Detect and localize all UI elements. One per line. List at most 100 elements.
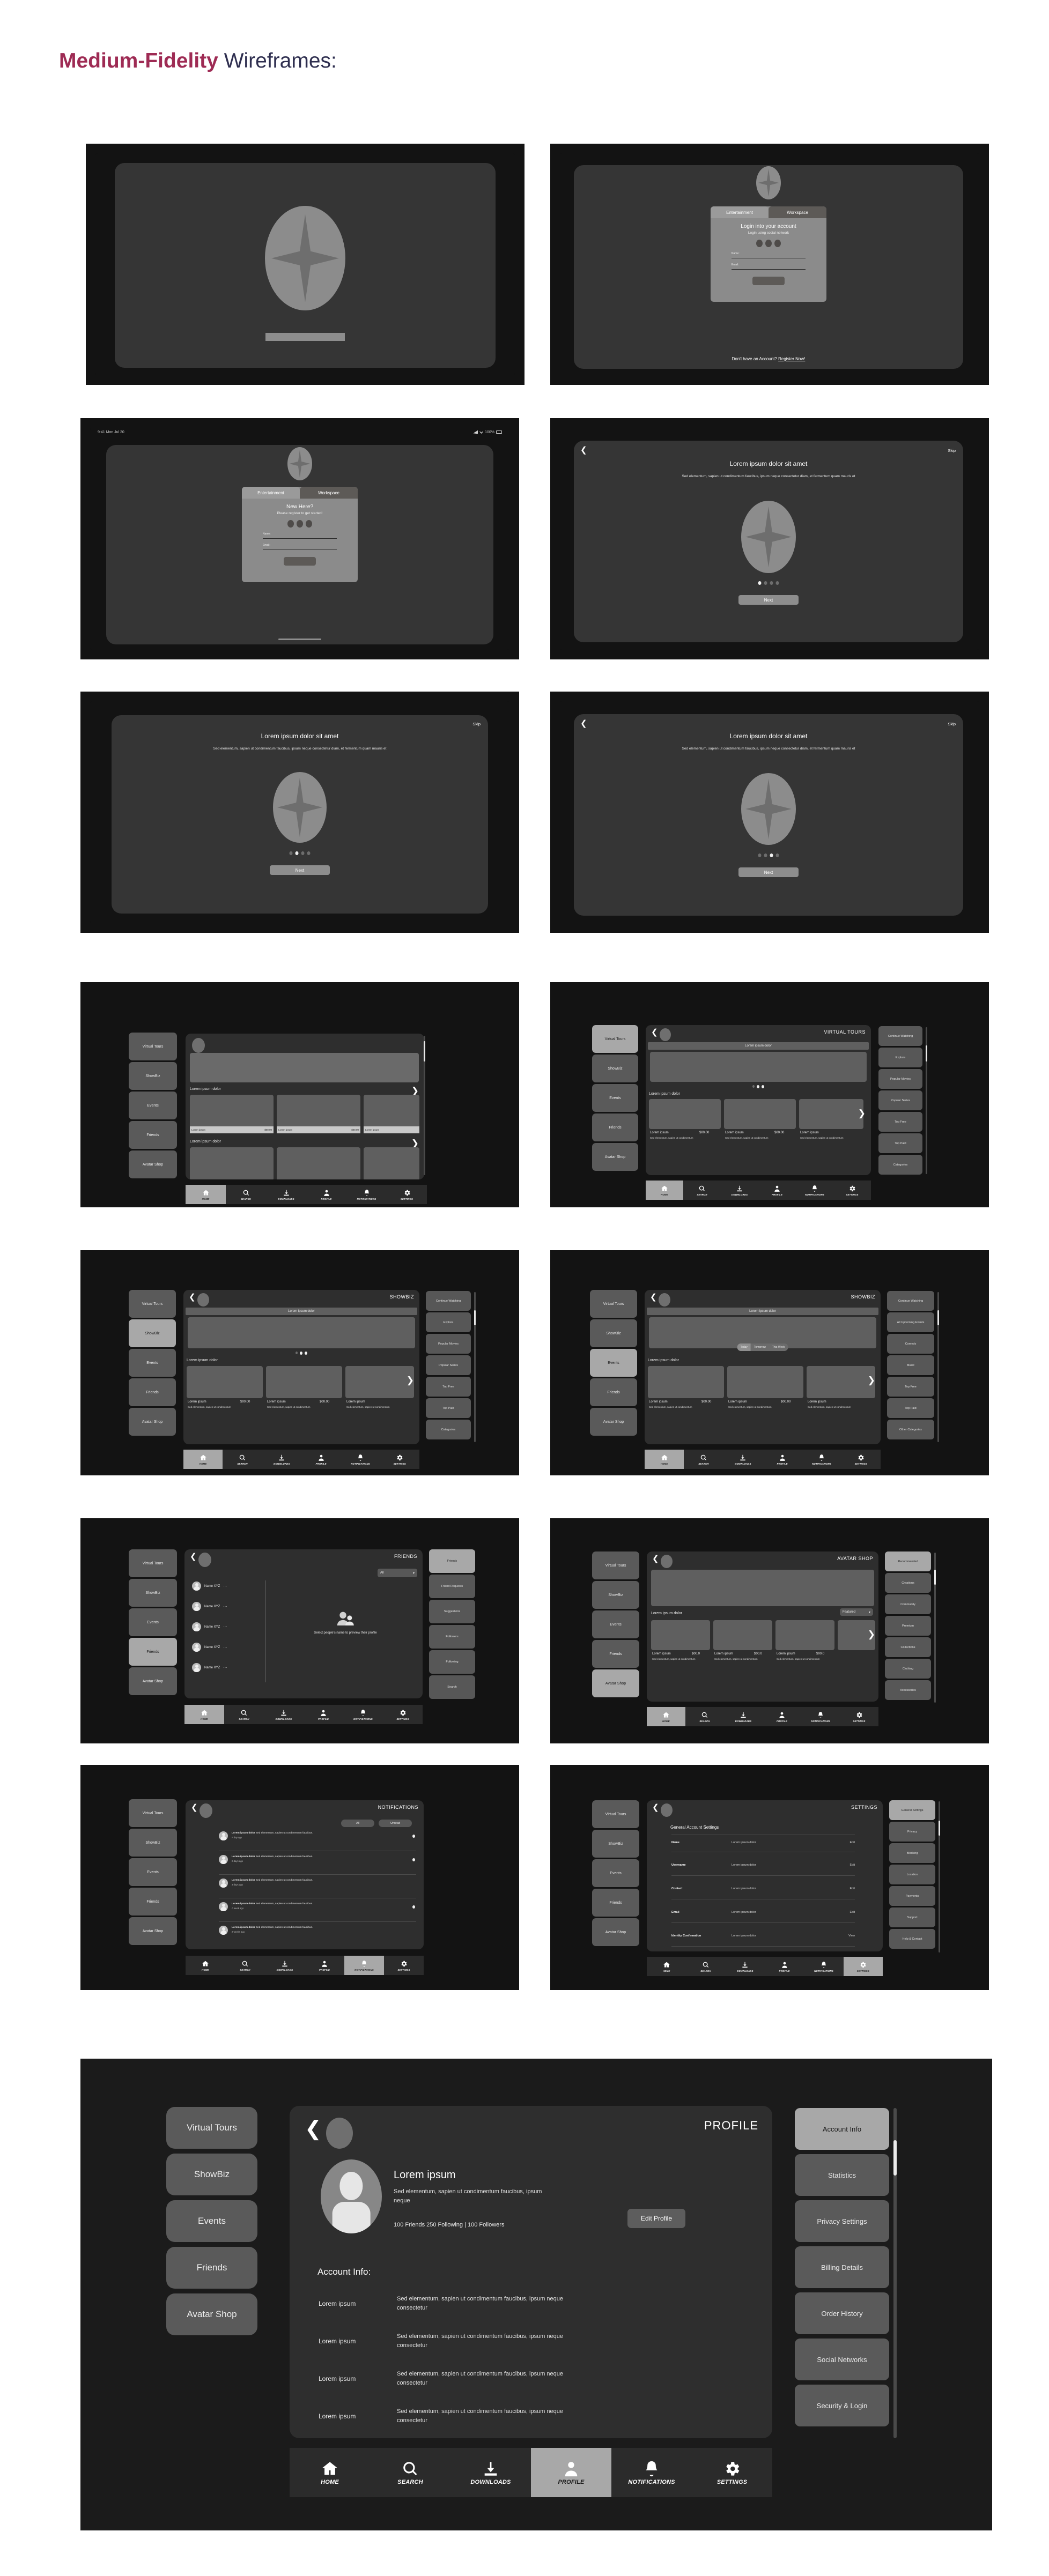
friend-more-icon[interactable]: ⋯ — [223, 1605, 227, 1609]
card-5[interactable] — [277, 1147, 360, 1179]
panel-scroll-thumb[interactable] — [934, 1570, 936, 1585]
dot-4[interactable] — [775, 581, 779, 585]
nav-item-downloads[interactable]: DOWNLOADS — [264, 1705, 304, 1724]
nav-item-home[interactable]: HOME — [186, 1185, 226, 1204]
nav-item-downloads[interactable]: DOWNLOADS — [262, 1450, 301, 1469]
profile-avatar-small[interactable] — [326, 2118, 353, 2149]
skip-button[interactable]: Skip — [472, 722, 481, 726]
tab-entertainment[interactable]: Entertainment — [242, 487, 300, 499]
nav-item-settings[interactable]: SETTINGS — [692, 2448, 772, 2497]
nav-item-settings[interactable]: SETTINGS — [841, 1450, 881, 1469]
settings-action[interactable]: Edit — [850, 1864, 855, 1867]
nav-item-profile[interactable]: PROFILE — [301, 1450, 341, 1469]
tab-unread[interactable]: Unread — [379, 1820, 412, 1827]
sidebar-item-avatar-shop[interactable]: Avatar Shop — [590, 1408, 637, 1436]
nav-item-profile[interactable]: PROFILE — [304, 1705, 343, 1724]
dot-3[interactable] — [770, 853, 773, 857]
back-chevron-icon[interactable]: ❮ — [580, 446, 587, 454]
panel-item-accessories[interactable]: Accessories — [885, 1680, 931, 1700]
nav-item-profile[interactable]: PROFILE — [305, 1956, 344, 1975]
sidebar-item-virtual-tours[interactable]: Virtual Tours — [129, 1290, 176, 1318]
sidebar-item-showbiz[interactable]: ShowBiz — [129, 1579, 177, 1607]
friend-row[interactable]: Name XYZ ⋯ — [192, 1643, 227, 1652]
nav-item-home[interactable]: HOME — [183, 1450, 223, 1469]
social-icon-2[interactable] — [765, 240, 772, 247]
dot-1[interactable] — [752, 1085, 755, 1088]
panel-item-community[interactable]: Community — [885, 1594, 931, 1614]
nav-item-notifications[interactable]: NOTIFICATIONS — [346, 1185, 387, 1204]
back-chevron-icon[interactable]: ❮ — [651, 1028, 658, 1036]
row-2-next-chevron-icon[interactable]: ❯ — [411, 1139, 419, 1148]
panel-item-followers[interactable]: Followers — [429, 1625, 475, 1649]
segment-today[interactable]: Today — [737, 1343, 751, 1351]
panel-item-top-free[interactable]: Top Free — [878, 1112, 922, 1132]
sidebar-item-showbiz[interactable]: ShowBiz — [166, 2154, 257, 2195]
notification-row[interactable]: Lorem ipsum dolor Sed elementum, sapien … — [219, 1902, 417, 1911]
back-chevron-icon[interactable]: ❮ — [191, 1803, 198, 1812]
social-icon-3[interactable] — [774, 240, 781, 247]
card-2[interactable]: Lorem ipsum $00.00 — [277, 1095, 360, 1133]
social-icon-1[interactable] — [287, 520, 294, 528]
sidebar-item-showbiz[interactable]: ShowBiz — [129, 1319, 176, 1347]
sidebar-item-events[interactable]: Events — [592, 1084, 638, 1112]
nav-item-notifications[interactable]: NOTIFICATIONS — [341, 1450, 380, 1469]
friend-row[interactable]: Name XYZ ⋯ — [192, 1622, 227, 1631]
sidebar-item-friends[interactable]: Friends — [129, 1888, 177, 1916]
shop-filter-dropdown[interactable]: Featured ▾ — [840, 1608, 873, 1616]
settings-action[interactable]: View — [848, 1934, 855, 1937]
notification-row[interactable]: Lorem ipsum dolor Sed elementum, sapien … — [219, 1831, 417, 1840]
panel-item-popular-series[interactable]: Popular Series — [878, 1090, 922, 1110]
tab-workspace[interactable]: Workspace — [300, 487, 358, 499]
nav-item-search[interactable]: SEARCH — [685, 1707, 724, 1726]
nav-item-profile[interactable]: PROFILE — [306, 1185, 346, 1204]
tab-entertainment[interactable]: Entertainment — [711, 206, 769, 218]
panel-item-explore[interactable]: Explore — [426, 1312, 471, 1332]
card-1[interactable] — [187, 1366, 263, 1398]
dot-3[interactable] — [305, 1352, 307, 1355]
settings-row[interactable]: Contact Lorem ipsum dolor Edit — [671, 1887, 855, 1890]
nav-item-notifications[interactable]: NOTIFICATIONS — [344, 1956, 384, 1975]
panel-item-privacy-settings[interactable]: Privacy Settings — [795, 2200, 889, 2242]
panel-item-privacy[interactable]: Privacy — [889, 1822, 935, 1842]
card-3[interactable] — [807, 1366, 875, 1398]
nav-item-home[interactable]: HOME — [290, 2448, 370, 2497]
panel-item-search[interactable]: Search — [429, 1675, 475, 1699]
back-chevron-icon[interactable]: ❮ — [190, 1553, 197, 1561]
profile-avatar[interactable] — [197, 1293, 209, 1306]
nav-item-notifications[interactable]: NOTIFICATIONS — [343, 1705, 383, 1724]
sidebar-item-avatar-shop[interactable]: Avatar Shop — [129, 1667, 177, 1695]
panel-item-comedy[interactable]: Comedy — [887, 1334, 934, 1354]
dot-4[interactable] — [775, 853, 779, 857]
nav-item-downloads[interactable]: DOWNLOADS — [724, 1707, 763, 1726]
dot-3[interactable] — [770, 581, 773, 585]
panel-item-all-upcoming-events[interactable]: All Upcoming Events — [887, 1312, 934, 1332]
dot-3[interactable] — [762, 1085, 764, 1088]
friend-more-icon[interactable]: ⋯ — [223, 1645, 227, 1650]
panel-item-social-networks[interactable]: Social Networks — [795, 2339, 889, 2380]
nav-item-downloads[interactable]: DOWNLOADS — [450, 2448, 531, 2497]
sidebar-item-virtual-tours[interactable]: Virtual Tours — [592, 1025, 638, 1053]
sidebar-item-friends[interactable]: Friends — [592, 1640, 639, 1668]
card-4[interactable] — [190, 1147, 274, 1179]
card-1[interactable] — [649, 1099, 721, 1129]
panel-item-location[interactable]: Location — [889, 1865, 935, 1884]
sidebar-item-showbiz[interactable]: ShowBiz — [129, 1829, 177, 1857]
panel-item-support[interactable]: Support — [889, 1907, 935, 1927]
panel-scroll-thumb[interactable] — [937, 1310, 939, 1325]
segment-tomorrow[interactable]: Tomorrow — [751, 1343, 769, 1351]
panel-item-general-settings[interactable]: General Settings — [889, 1800, 935, 1820]
panel-scroll-thumb[interactable] — [474, 1310, 476, 1325]
nav-item-home[interactable]: HOME — [184, 1705, 224, 1724]
card-1[interactable] — [648, 1366, 724, 1398]
panel-item-top-paid[interactable]: Top Paid — [887, 1398, 934, 1418]
nav-item-notifications[interactable]: NOTIFICATIONS — [796, 1181, 833, 1200]
skip-button[interactable]: Skip — [948, 722, 956, 726]
nav-item-home[interactable]: HOME — [645, 1450, 684, 1469]
panel-item-other-categories[interactable]: Other Categories — [887, 1420, 934, 1439]
panel-item-creations[interactable]: Creations — [885, 1573, 931, 1593]
panel-item-payments[interactable]: Payments — [889, 1886, 935, 1906]
content-scroll-thumb[interactable] — [424, 1041, 425, 1061]
row-next-chevron-icon[interactable]: ❯ — [407, 1376, 414, 1385]
nav-item-search[interactable]: SEARCH — [370, 2448, 450, 2497]
row-1-next-chevron-icon[interactable]: ❯ — [411, 1086, 419, 1095]
